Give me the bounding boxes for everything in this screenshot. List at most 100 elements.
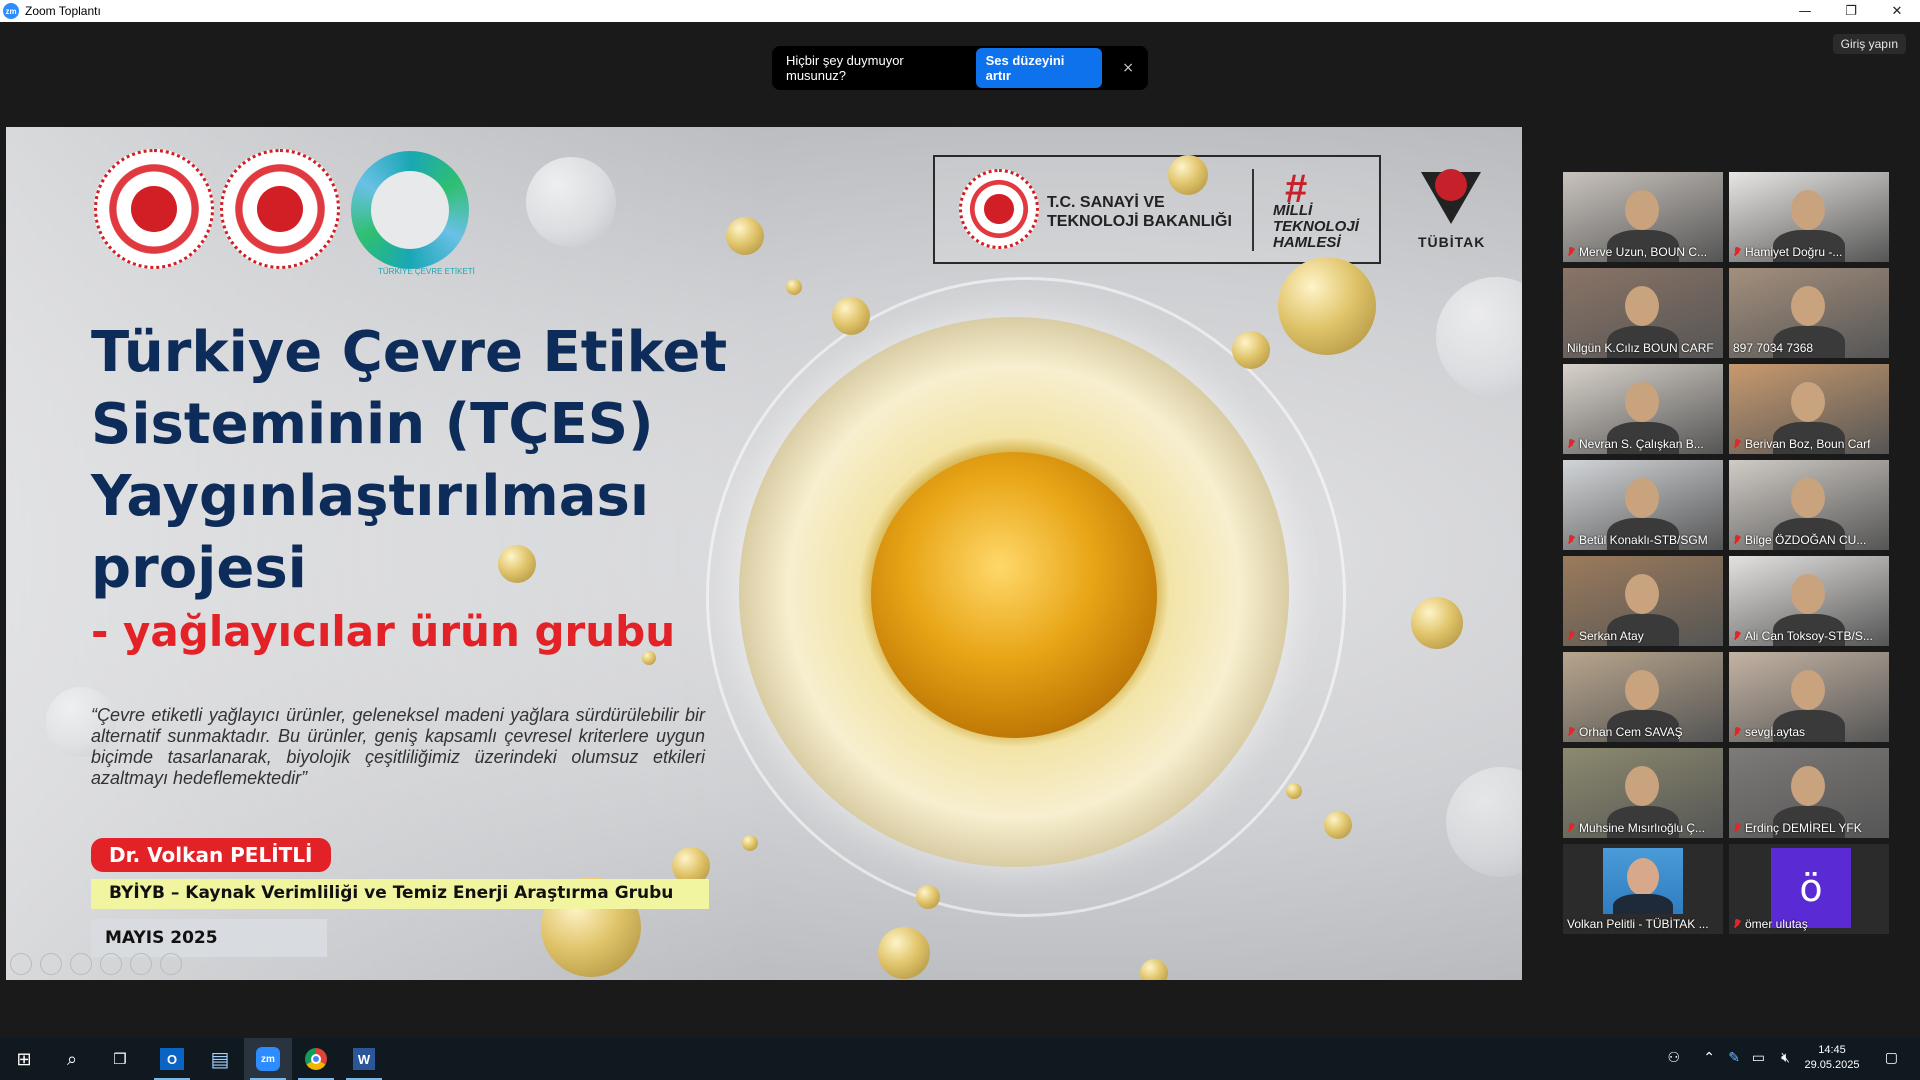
participant-tile[interactable]: Bilge ÖZDOĞAN CU...: [1729, 460, 1889, 550]
participant-tile[interactable]: Betül Konaklı-STB/SGM: [1563, 460, 1723, 550]
mic-muted-icon: [1733, 823, 1741, 833]
people-icon[interactable]: ⚇: [1667, 1050, 1680, 1066]
search-button[interactable]: ⌕: [48, 1038, 96, 1080]
research-group-label: BYİYB – Kaynak Verimliliği ve Temiz Ener…: [91, 879, 709, 909]
clock-date: 29.05.2025: [1804, 1059, 1860, 1071]
slide-grid-icon[interactable]: [100, 953, 122, 975]
mic-muted-icon: [1567, 823, 1575, 833]
notification-center-icon[interactable]: ▢: [1885, 1050, 1898, 1066]
letter-avatar: ö: [1771, 848, 1851, 928]
notification-close-icon[interactable]: ×: [1122, 60, 1134, 76]
participant-tile[interactable]: Hamiyet Doğru -...: [1729, 172, 1889, 262]
decor-bubble: [1436, 277, 1522, 397]
decor-bubble: [526, 157, 616, 247]
volume-muted-icon[interactable]: 🔇︎: [1781, 1050, 1790, 1066]
outlook-taskbar-button[interactable]: O: [148, 1038, 196, 1080]
slide-quote: “Çevre etiketli yağlayıcı ürünler, gelen…: [91, 705, 705, 788]
participant-tile[interactable]: Erdinç DEMİREL YFK: [1729, 748, 1889, 838]
word-taskbar-button[interactable]: W: [340, 1038, 388, 1080]
slide-next-icon[interactable]: [40, 953, 62, 975]
participant-tile[interactable]: Merve Uzun, BOUN C...: [1563, 172, 1723, 262]
oil-bubble: [1168, 155, 1208, 195]
participant-tile[interactable]: Nilgün K.Cılız BOUN CARF: [1563, 268, 1723, 358]
chrome-taskbar-button[interactable]: [292, 1038, 340, 1080]
mic-muted-icon: [1567, 439, 1575, 449]
profile-photo: [1603, 848, 1683, 914]
participant-face: [1625, 286, 1659, 326]
slide-title-line: Türkiye Çevre Etiket: [91, 320, 728, 385]
participant-name-text: sevgi.aytas: [1745, 725, 1806, 739]
chrome-icon: [305, 1048, 327, 1070]
participant-face: [1625, 670, 1659, 710]
increase-volume-button[interactable]: Ses düzeyini artır: [975, 48, 1103, 88]
participant-tile[interactable]: Nevran S. Çalışkan B...: [1563, 364, 1723, 454]
close-button[interactable]: ✕: [1874, 0, 1920, 22]
mic-muted-icon: [1733, 919, 1741, 929]
participant-face: [1791, 574, 1825, 614]
participant-name-text: Bilge ÖZDOĞAN CU...: [1745, 533, 1867, 547]
window-title: Zoom Toplantı: [25, 4, 101, 18]
pen-tray-icon[interactable]: ✎: [1728, 1050, 1740, 1066]
ministry-seal-icon: [94, 149, 214, 269]
tray-chevron-icon[interactable]: ⌃: [1703, 1050, 1715, 1066]
minimize-button[interactable]: —: [1782, 0, 1828, 22]
participant-face: [1625, 382, 1659, 422]
word-icon: W: [353, 1048, 375, 1070]
participant-tile[interactable]: ö ömer ulutaş: [1729, 844, 1889, 934]
participant-name-text: ömer ulutaş: [1745, 917, 1808, 931]
participant-tile[interactable]: 897 7034 7368: [1729, 268, 1889, 358]
participant-face: [1791, 190, 1825, 230]
participant-tile[interactable]: Serkan Atay: [1563, 556, 1723, 646]
participant-tile[interactable]: Orhan Cem SAVAŞ: [1563, 652, 1723, 742]
participant-tile[interactable]: Berivan Boz, Boun Carf: [1729, 364, 1889, 454]
tc-ministry-seal-icon: [959, 169, 1039, 249]
restore-button[interactable]: ❐: [1828, 0, 1874, 22]
mic-muted-icon: [1567, 247, 1575, 257]
participant-name: Muhsine Mısırlıoğlu Ç...: [1567, 821, 1705, 835]
participant-tile[interactable]: Ali Can Toksoy-STB/S...: [1729, 556, 1889, 646]
zoom-taskbar-button[interactable]: zm: [244, 1038, 292, 1080]
participant-tile[interactable]: Volkan Pelitli - TÜBİTAK ...: [1563, 844, 1723, 934]
mic-muted-icon: [1567, 535, 1575, 545]
oil-bubble: [832, 297, 870, 335]
outlook-icon: O: [160, 1048, 184, 1070]
slide-pen-icon[interactable]: [70, 953, 92, 975]
participant-tile[interactable]: sevgi.aytas: [1729, 652, 1889, 742]
participant-tile[interactable]: Muhsine Mısırlıoğlu Ç...: [1563, 748, 1723, 838]
task-view-button[interactable]: ❒: [96, 1038, 144, 1080]
ministry-banner: T.C. SANAYİ VE TEKNOLOJİ BAKANLIĞI # MİL…: [933, 155, 1381, 264]
slide-prev-icon[interactable]: [10, 953, 32, 975]
task-view-icon: ❒: [113, 1050, 127, 1068]
ecolabel-logo-text: TÜRKİYE ÇEVRE ETİKETİ: [378, 267, 475, 276]
participant-name: Nevran S. Çalışkan B...: [1567, 437, 1704, 451]
slide-zoom-icon[interactable]: [130, 953, 152, 975]
clock[interactable]: 14:45 29.05.2025: [1802, 1043, 1862, 1073]
participant-name: Merve Uzun, BOUN C...: [1567, 245, 1707, 259]
notification-text: Hiçbir şey duymuyor musunuz?: [786, 53, 904, 83]
industry-ministry-seal-icon: [220, 149, 340, 269]
participant-face: [1791, 478, 1825, 518]
participant-name: Betül Konaklı-STB/SGM: [1567, 533, 1708, 547]
oil-bubble: [742, 835, 758, 851]
slide-more-icon[interactable]: [160, 953, 182, 975]
zoom-app-icon: zm: [3, 3, 19, 19]
signin-button[interactable]: Giriş yapın: [1832, 34, 1906, 54]
participant-face: [1791, 766, 1825, 806]
oil-bubble: [878, 927, 930, 979]
start-button[interactable]: ⊞: [0, 1038, 48, 1080]
oil-bubble: [916, 885, 940, 909]
oil-bubble: [786, 279, 802, 295]
network-icon[interactable]: ▭: [1752, 1050, 1765, 1066]
windows-taskbar: ⊞ ⌕ ❒ O ▤ zm W ⚇ ⌃ ✎ ▭ 🔇︎ 14:45 29.05.20…: [0, 1038, 1920, 1080]
window-titlebar: zm Zoom Toplantı — ❐ ✕: [0, 0, 1920, 22]
windows-start-icon: ⊞: [16, 1048, 32, 1070]
participant-name: ömer ulutaş: [1733, 917, 1808, 931]
notepad-taskbar-button[interactable]: ▤: [196, 1038, 244, 1080]
participant-name-text: Nilgün K.Cılız BOUN CARF: [1567, 341, 1714, 355]
slide-title-line: Sisteminin (TÇES): [91, 392, 654, 457]
tubitak-label: TÜBİTAK: [1418, 234, 1486, 250]
participant-name-text: Nevran S. Çalışkan B...: [1579, 437, 1704, 451]
participant-name-text: Muhsine Mısırlıoğlu Ç...: [1579, 821, 1706, 835]
oil-bubble: [1411, 597, 1463, 649]
notepad-icon: ▤: [210, 1047, 230, 1071]
